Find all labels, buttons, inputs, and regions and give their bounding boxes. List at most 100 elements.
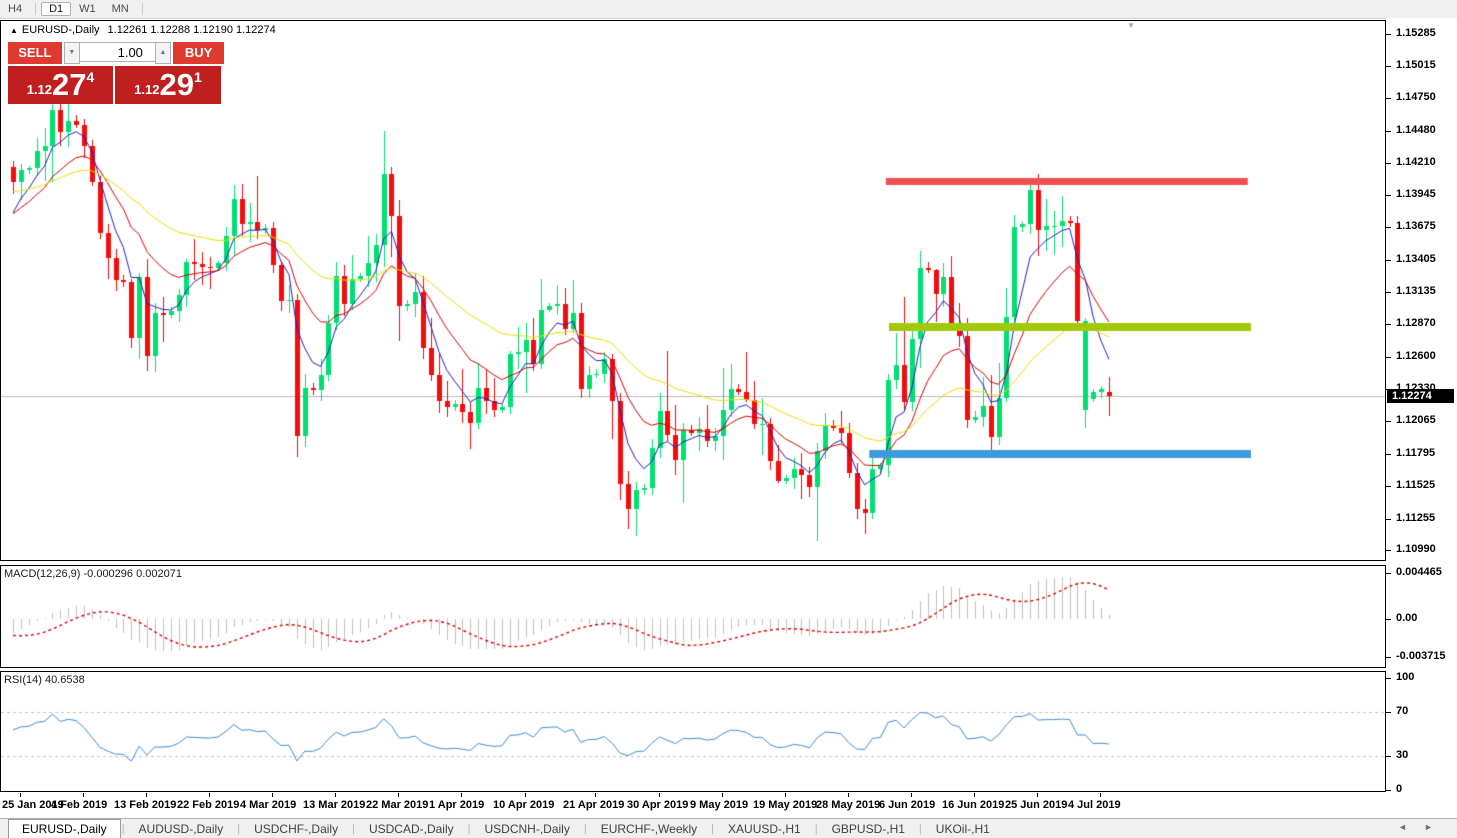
price-axis-label-tick <box>1386 260 1391 261</box>
date-axis-label: 1 Apr 2019 <box>429 799 484 811</box>
rsi-axis-label: 70 <box>1396 705 1408 717</box>
price-axis-label-tick <box>1386 66 1391 67</box>
chart-tab-bar: EURUSD-,Daily|AUDUSD-,Daily|USDCHF-,Dail… <box>0 818 1457 838</box>
date-axis-label: 19 May 2019 <box>753 799 817 811</box>
buy-button[interactable]: BUY <box>173 42 224 64</box>
date-axis-label: 22 Feb 2019 <box>177 799 239 811</box>
price-axis-label: 1.13675 <box>1396 220 1436 232</box>
price-axis-label-tick <box>1386 292 1391 293</box>
chart-tab-usdcad-daily[interactable]: USDCAD-,Daily <box>356 820 467 838</box>
price-axis-label: 1.12600 <box>1396 350 1436 362</box>
sell-price-display[interactable]: 1.12274 <box>8 66 113 104</box>
date-axis-tick <box>785 793 786 797</box>
date-axis-tick <box>1100 793 1101 797</box>
timeframe-h4-button[interactable]: H4 <box>0 2 30 16</box>
macd-main-value: -0.000296 <box>83 568 133 580</box>
price-axis-label: 1.12870 <box>1396 317 1436 329</box>
tab-separator: | <box>815 823 818 835</box>
rsi-value: 40.6538 <box>45 674 85 686</box>
date-axis-label: 28 May 2019 <box>816 799 880 811</box>
buy-price-big: 29 <box>160 68 194 102</box>
chart-tab-usdcnh-daily[interactable]: USDCNH-,Daily <box>472 820 583 838</box>
rsi-axis-label: 100 <box>1396 671 1414 683</box>
date-axis-tick <box>335 793 336 797</box>
volume-increase-button[interactable]: ▲ <box>155 42 171 64</box>
date-axis-tick <box>525 793 526 797</box>
volume-input[interactable] <box>80 42 155 62</box>
timeframe-w1-button[interactable]: W1 <box>71 2 104 16</box>
rsi-axis-label-tick <box>1386 712 1391 713</box>
tab-scroll-left-icon[interactable]: ◄ <box>1398 822 1407 832</box>
rsi-axis-label-tick <box>1386 678 1391 679</box>
buy-price-sup: 1 <box>194 69 202 85</box>
chart-symbol-label: EURUSD-,Daily <box>22 24 100 36</box>
chart-tab-usdchf-daily[interactable]: USDCHF-,Daily <box>241 820 351 838</box>
price-axis-label-tick <box>1386 227 1391 228</box>
date-axis-tick <box>848 793 849 797</box>
buy-price-display[interactable]: 1.12291 <box>115 66 221 104</box>
sell-button[interactable]: SELL <box>8 42 62 64</box>
tab-separator: | <box>122 823 125 835</box>
collapse-arrow-icon[interactable]: ▲ <box>10 26 18 35</box>
price-axis-label: 1.12330 <box>1396 382 1436 394</box>
date-axis-label: 22 Mar 2019 <box>366 799 428 811</box>
price-axis-label: 1.15015 <box>1396 59 1436 71</box>
rsi-axis-label-tick <box>1386 790 1391 791</box>
timeframe-mn-button[interactable]: MN <box>104 2 137 16</box>
chart-ohlc-values: 1.12261 1.12288 1.12190 1.12274 <box>108 24 276 36</box>
price-axis-label: 1.13945 <box>1396 188 1436 200</box>
chart-tab-eurchf-weekly[interactable]: EURCHF-,Weekly <box>588 820 710 838</box>
date-axis-label: 4 Jul 2019 <box>1068 799 1121 811</box>
price-axis-label: 1.15285 <box>1396 27 1436 39</box>
price-axis-label-tick <box>1386 131 1391 132</box>
chart-tab-xauusd-h1[interactable]: XAUUSD-,H1 <box>715 820 814 838</box>
price-axis-label-tick <box>1386 486 1391 487</box>
date-axis-tick <box>83 793 84 797</box>
chart-tab-gbpusd-h1[interactable]: GBPUSD-,H1 <box>819 820 918 838</box>
buy-price-prefix: 1.12 <box>134 82 159 97</box>
price-axis-label: 1.14750 <box>1396 91 1436 103</box>
date-axis-label: 4 Feb 2019 <box>51 799 107 811</box>
sell-price-big: 27 <box>52 68 86 102</box>
price-axis-label: 1.13135 <box>1396 285 1436 297</box>
rsi-canvas[interactable] <box>1 672 1385 791</box>
rsi-axis-label: 0 <box>1396 783 1402 795</box>
tab-separator: | <box>919 823 922 835</box>
macd-axis-label: -0.003715 <box>1396 650 1446 662</box>
timeframe-d1-button[interactable]: D1 <box>41 2 71 16</box>
date-axis-label: 10 Apr 2019 <box>493 799 554 811</box>
tab-scroll-right-icon[interactable]: ► <box>1424 822 1433 832</box>
price-axis-label-tick <box>1386 421 1391 422</box>
rsi-axis-label-tick <box>1386 756 1391 757</box>
chart-shift-marker-icon: ▼ <box>1127 21 1135 30</box>
date-axis-tick <box>461 793 462 797</box>
chart-title: ▲ EURUSD-,Daily 1.12261 1.12288 1.12190 1.… <box>10 24 276 36</box>
macd-axis-label: 0.004465 <box>1396 566 1442 578</box>
chart-tab-ukoil-h1[interactable]: UKOil-,H1 <box>923 820 1003 838</box>
date-axis-tick <box>595 793 596 797</box>
macd-axis-label: 0.00 <box>1396 612 1417 624</box>
chart-tab-audusd-daily[interactable]: AUDUSD-,Daily <box>126 820 237 838</box>
date-axis-label: 4 Mar 2019 <box>240 799 296 811</box>
toolbar-divider <box>35 3 36 15</box>
price-axis-label-tick <box>1386 98 1391 99</box>
date-axis-label: 25 Jun 2019 <box>1005 799 1067 811</box>
price-axis-label-tick <box>1386 195 1391 196</box>
date-axis-tick <box>146 793 147 797</box>
price-axis-label-tick <box>1386 454 1391 455</box>
macd-indicator-pane: MACD(12,26,9) -0.000296 0.002071 <box>0 565 1386 668</box>
macd-canvas[interactable] <box>1 566 1385 667</box>
date-axis-tick <box>20 793 21 797</box>
tab-separator: | <box>711 823 714 835</box>
tab-separator: | <box>352 823 355 835</box>
price-axis-label-tick <box>1386 324 1391 325</box>
date-axis-tick <box>722 793 723 797</box>
date-axis-tick <box>1037 793 1038 797</box>
date-axis-label: 9 May 2019 <box>690 799 748 811</box>
chart-tab-eurusd-daily[interactable]: EURUSD-,Daily <box>8 819 121 838</box>
macd-axis-label-tick <box>1386 573 1391 574</box>
date-axis-label: 13 Feb 2019 <box>114 799 176 811</box>
macd-axis-label-tick <box>1386 657 1391 658</box>
price-axis-label: 1.11255 <box>1396 512 1435 524</box>
volume-decrease-button[interactable]: ▼ <box>64 42 80 64</box>
